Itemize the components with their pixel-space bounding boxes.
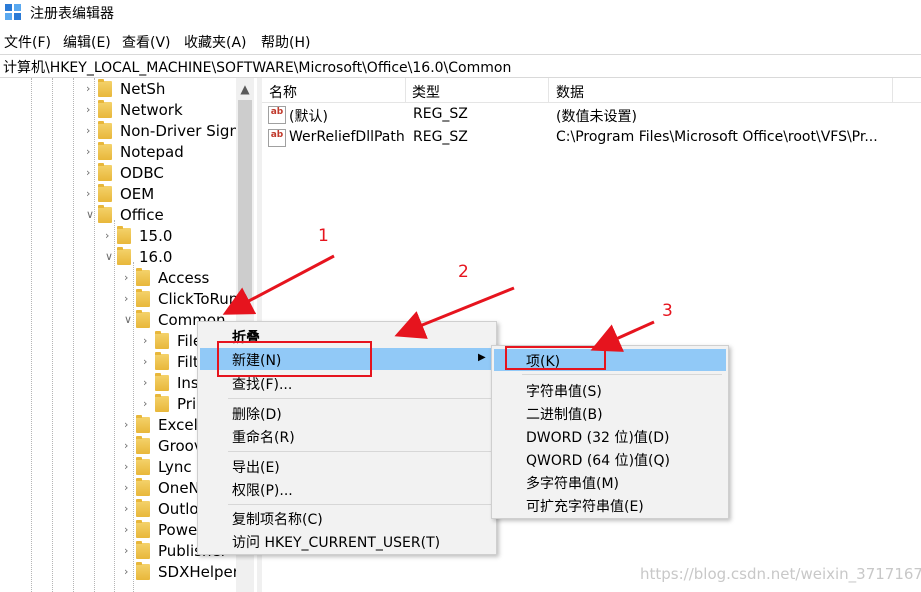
annotation-arrows [222, 254, 655, 352]
annotation-arrow-3 [590, 320, 655, 352]
annotation-arrow-1 [222, 254, 335, 315]
annotation-arrow-2 [394, 286, 515, 339]
watermark: https://blog.csdn.net/weixin_37171673 [640, 565, 921, 583]
